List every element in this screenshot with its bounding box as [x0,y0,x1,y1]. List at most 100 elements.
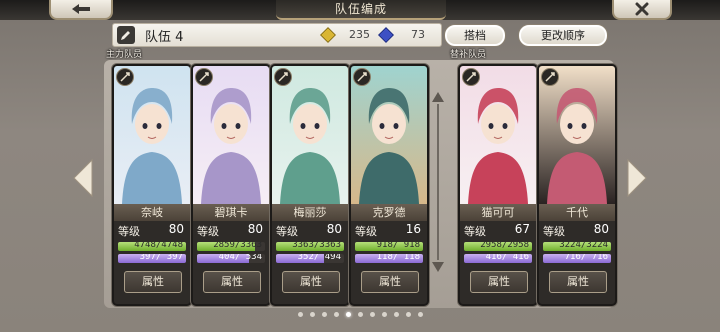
level-label: 等级 [118,225,140,238]
pagination-dots [298,312,428,320]
level-value: 80 [326,222,342,236]
level-value: 80 [168,222,184,236]
sp-bar: 404/ 534 [197,254,265,263]
defense-power-icon [378,27,394,43]
character-card[interactable]: 奈岐 等级 80 4748/4748 397/ 397 属性 [112,64,192,306]
character-name: 奈岐 [114,204,190,221]
level-row: 等级 80 [539,222,615,239]
page-dot[interactable] [310,312,315,317]
hp-text: 918/ 918 [376,242,420,250]
character-card[interactable]: 碧琪卡 等级 80 2859/3363 404/ 534 属性 [191,64,271,306]
edit-team-name-icon[interactable] [117,26,135,44]
sp-text: 118/ 118 [376,254,420,262]
hp-text: 3363/3363 [292,242,341,250]
next-page-arrow-icon[interactable] [626,158,648,198]
page-dot[interactable] [322,312,327,317]
level-row: 等级 80 [193,222,269,239]
shield-icon [541,68,559,86]
page-dot[interactable] [298,312,303,317]
prev-page-arrow-icon[interactable] [72,158,94,198]
character-portrait [539,66,615,204]
sp-text: 716/ 716 [564,254,608,262]
hp-text: 2859/3363 [213,242,262,250]
attribute-button[interactable]: 属性 [470,271,528,293]
hp-text: 4748/4748 [134,242,183,250]
level-row: 等级 67 [460,222,536,239]
level-label: 等级 [197,225,219,238]
hammer-icon [116,68,134,86]
sword-icon [353,68,371,86]
hp-bar: 3224/3224 [543,242,611,251]
character-card[interactable]: 梅丽莎 等级 80 3363/3363 352/ 494 属性 [270,64,350,306]
character-name: 碧琪卡 [193,204,269,221]
attribute-button[interactable]: 属性 [124,271,182,293]
hp-bar: 918/ 918 [355,242,423,251]
hp-bar: 4748/4748 [118,242,186,251]
page-dot[interactable] [334,312,339,317]
character-name: 梅丽莎 [272,204,348,221]
page-title: 队伍编成 [276,0,446,20]
hp-bar: 3363/3363 [276,242,344,251]
page-dot[interactable] [358,312,363,317]
back-button[interactable] [49,0,113,20]
hp-bar: 2859/3363 [197,242,265,251]
attack-power-value: 235 [349,28,370,41]
page-dot[interactable] [406,312,411,317]
character-name: 克罗德 [351,204,427,221]
main-members-label: 主力队员 [106,50,143,60]
level-row: 等级 16 [351,222,427,239]
close-icon [635,2,649,16]
level-label: 等级 [543,225,565,238]
character-portrait [272,66,348,204]
back-arrow-icon [72,4,90,14]
character-portrait [193,66,269,204]
character-portrait [460,66,536,204]
character-card[interactable]: 千代 等级 80 3224/3224 716/ 716 属性 [537,64,617,306]
sword-icon [274,68,292,86]
character-card[interactable]: 猫可可 等级 67 2958/2958 416/ 416 属性 [458,64,538,306]
page-dot[interactable] [418,312,423,317]
character-card[interactable]: 克罗德 等级 16 918/ 918 118/ 118 属性 [349,64,429,306]
hp-text: 2958/2958 [480,242,529,250]
level-label: 等级 [276,225,298,238]
level-value: 16 [405,222,421,236]
page-dot[interactable] [394,312,399,317]
team-info-bar: 队伍 4 235 73 [112,23,442,47]
sp-text: 397/ 397 [139,254,183,262]
character-name: 千代 [539,204,615,221]
level-label: 等级 [355,225,377,238]
team-name: 队伍 4 [145,30,184,45]
level-row: 等级 80 [114,222,190,239]
sp-text: 404/ 534 [218,254,262,262]
attribute-button[interactable]: 属性 [361,271,419,293]
attribute-button[interactable]: 属性 [549,271,607,293]
level-value: 80 [593,222,609,236]
close-button[interactable] [612,0,672,20]
reserve-members-label: 替补队员 [450,50,487,60]
swap-divider [432,92,444,272]
page-dot[interactable] [346,312,351,317]
character-name: 猫可可 [460,204,536,221]
sp-bar: 118/ 118 [355,254,423,263]
page-dot[interactable] [370,312,375,317]
character-portrait [114,66,190,204]
hammer-icon [462,68,480,86]
attribute-button[interactable]: 属性 [282,271,340,293]
reorder-button[interactable]: 更改顺序 [518,24,608,47]
level-label: 等级 [464,225,486,238]
page-dot[interactable] [382,312,387,317]
hp-bar: 2958/2958 [464,242,532,251]
sp-bar: 352/ 494 [276,254,344,263]
sp-bar: 397/ 397 [118,254,186,263]
attribute-button[interactable]: 属性 [203,271,261,293]
sp-bar: 716/ 716 [543,254,611,263]
character-portrait [351,66,427,204]
sp-text: 352/ 494 [297,254,341,262]
sp-text: 416/ 416 [485,254,529,262]
partner-button[interactable]: 搭档 [444,24,506,47]
level-value: 67 [514,222,530,236]
bow-icon [195,68,213,86]
sp-bar: 416/ 416 [464,254,532,263]
level-row: 等级 80 [272,222,348,239]
defense-power-value: 73 [411,28,425,41]
